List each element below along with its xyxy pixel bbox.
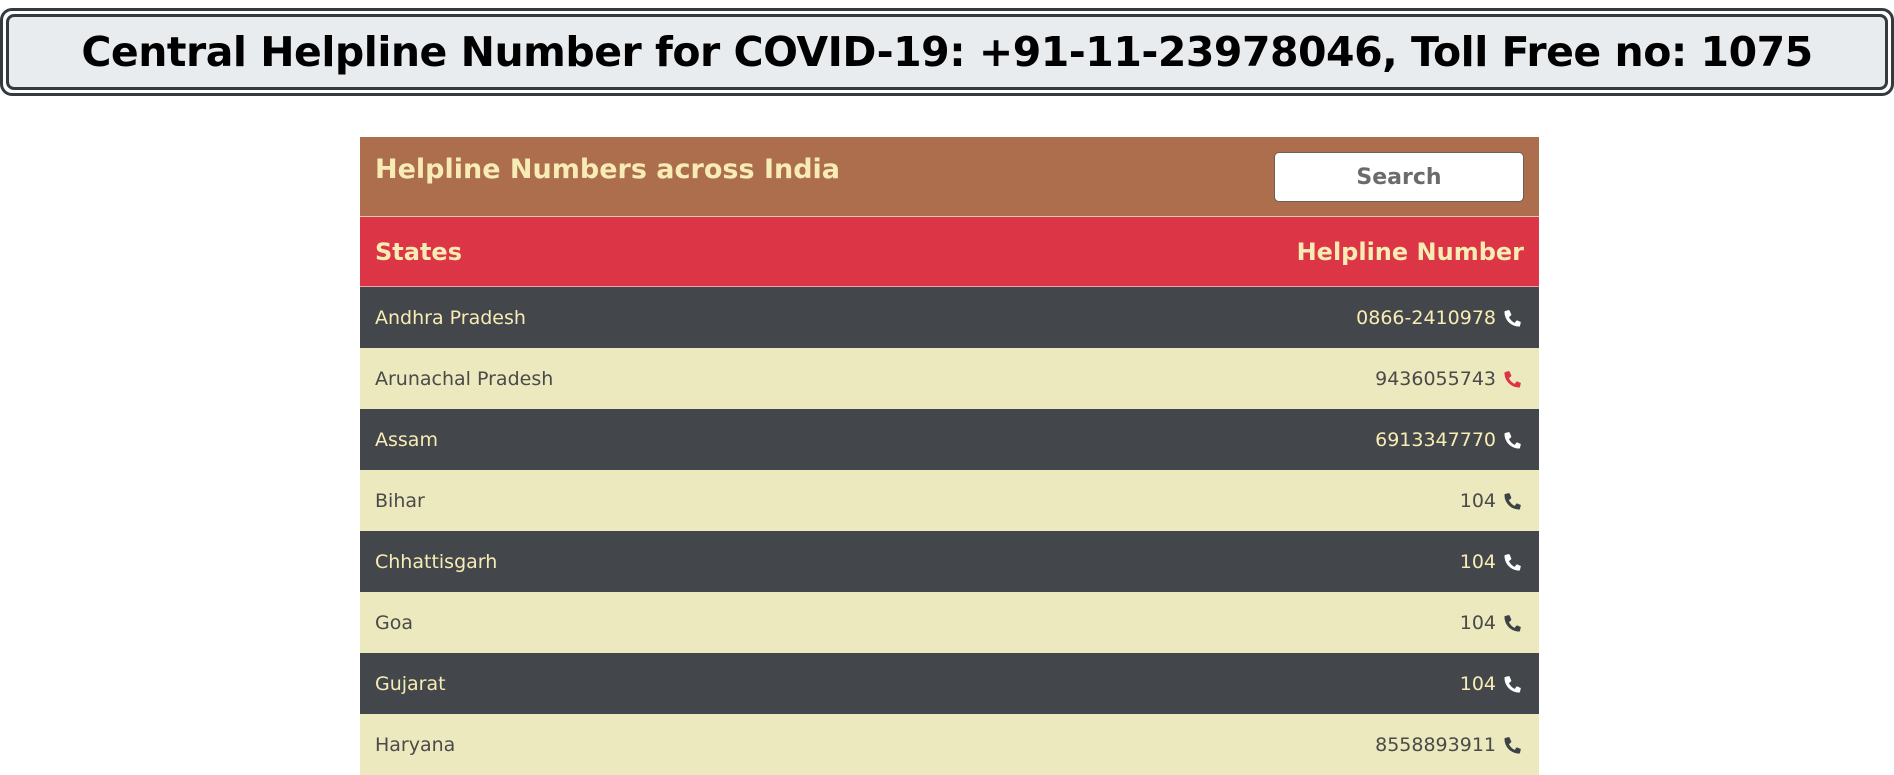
helpline-number[interactable]: 6913347770 [1375,429,1496,451]
table-row: Arunachal Pradesh 9436055743 [360,348,1539,409]
search-input[interactable] [1274,152,1524,202]
table-row: Bihar 104 [360,470,1539,531]
table-header: States Helpline Number [360,217,1539,287]
helpline-number-link[interactable]: 0866-2410978 [1356,307,1524,329]
helpline-number[interactable]: 104 [1460,551,1496,573]
phone-icon[interactable] [1502,429,1524,451]
state-name: Gujarat [375,672,446,695]
helpline-number[interactable]: 0866-2410978 [1356,307,1496,329]
state-name: Arunachal Pradesh [375,367,554,390]
panel-header: Helpline Numbers across India [360,137,1539,217]
helpline-panel: Helpline Numbers across India States Hel… [360,137,1539,775]
state-name: Goa [375,611,413,634]
state-name: Andhra Pradesh [375,306,526,329]
banner-inner: Central Helpline Number for COVID-19: +9… [6,14,1888,90]
phone-icon[interactable] [1502,612,1524,634]
helpline-number[interactable]: 8558893911 [1375,734,1496,756]
phone-icon[interactable] [1502,490,1524,512]
phone-icon[interactable] [1502,368,1524,390]
helpline-number[interactable]: 104 [1460,673,1496,695]
table-row: Goa 104 [360,592,1539,653]
panel-title: Helpline Numbers across India [375,154,841,185]
column-header-states: States [375,237,462,266]
column-header-helpline-number: Helpline Number [1296,237,1524,266]
helpline-number[interactable]: 104 [1460,612,1496,634]
helpline-number-link[interactable]: 104 [1460,673,1524,695]
helpline-banner: Central Helpline Number for COVID-19: +9… [0,8,1894,96]
state-name: Haryana [375,733,456,756]
table-row: Assam 6913347770 [360,409,1539,470]
helpline-number[interactable]: 9436055743 [1375,368,1496,390]
table-row: Chhattisgarh 104 [360,531,1539,592]
table-row: Gujarat 104 [360,653,1539,714]
state-name: Chhattisgarh [375,550,498,573]
helpline-number-link[interactable]: 8558893911 [1375,734,1524,756]
table-row: Haryana 8558893911 [360,714,1539,775]
table-row: Andhra Pradesh 0866-2410978 [360,287,1539,348]
phone-icon[interactable] [1502,307,1524,329]
state-name: Bihar [375,489,425,512]
phone-icon[interactable] [1502,673,1524,695]
helpline-number-link[interactable]: 6913347770 [1375,429,1524,451]
state-name: Assam [375,428,438,451]
helpline-number-link[interactable]: 104 [1460,490,1524,512]
helpline-number[interactable]: 104 [1460,490,1496,512]
phone-icon[interactable] [1502,551,1524,573]
helpline-number-link[interactable]: 104 [1460,612,1524,634]
banner-text: Central Helpline Number for COVID-19: +9… [81,28,1813,76]
helpline-number-link[interactable]: 9436055743 [1375,368,1524,390]
phone-icon[interactable] [1502,734,1524,756]
helpline-number-link[interactable]: 104 [1460,551,1524,573]
